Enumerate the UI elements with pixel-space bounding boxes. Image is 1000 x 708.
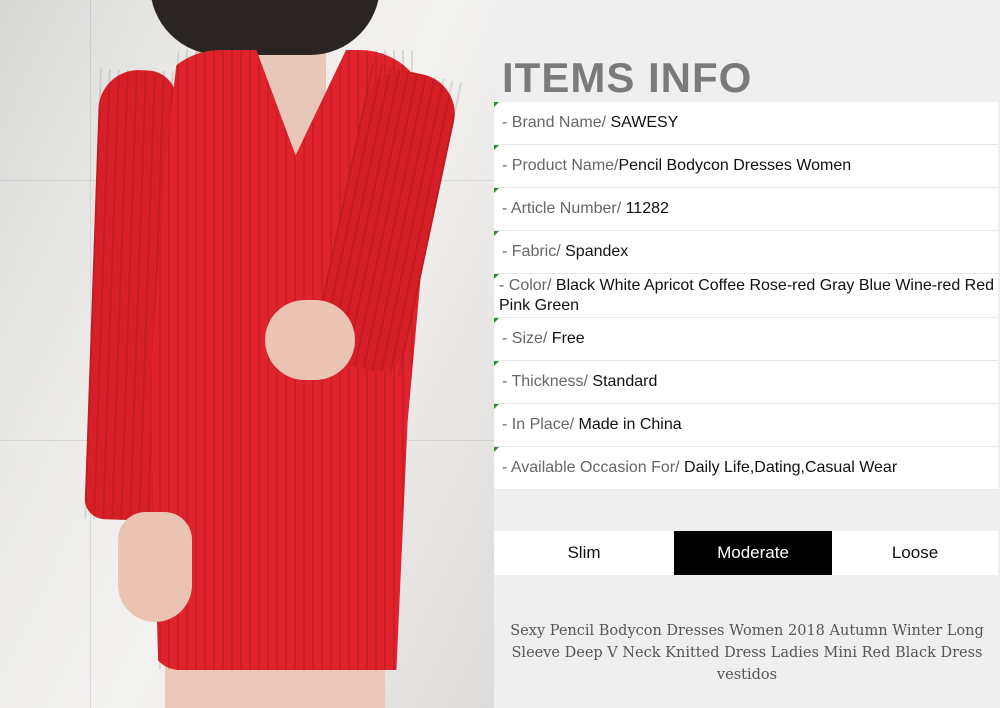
fit-selector: Slim Moderate Loose — [494, 531, 998, 575]
fit-option-moderate[interactable]: Moderate — [674, 531, 832, 575]
info-value: SAWESY — [610, 114, 679, 131]
info-value: Black White Apricot Coffee Rose-red Gray… — [499, 276, 995, 314]
green-corner-icon — [494, 274, 499, 279]
info-value: Spandex — [565, 243, 629, 260]
green-corner-icon — [494, 231, 499, 236]
green-corner-icon — [494, 404, 499, 409]
info-value: 11282 — [625, 200, 669, 217]
info-label: - Size/ — [502, 330, 552, 347]
info-row-fabric: - Fabric/ Spandex — [494, 231, 998, 274]
product-caption: Sexy Pencil Bodycon Dresses Women 2018 A… — [510, 623, 984, 683]
info-row-brand: - Brand Name/ SAWESY — [494, 102, 998, 145]
info-row-color: - Color/ Black White Apricot Coffee Rose… — [494, 274, 998, 318]
model-left-hand — [118, 512, 192, 622]
items-info-title: ITEMS INFO — [502, 54, 753, 101]
info-value: Standard — [592, 373, 658, 390]
info-label: - Brand Name/ — [502, 114, 611, 131]
info-row-in-place: - In Place/ Made in China — [494, 404, 998, 447]
info-label: - Color/ — [499, 276, 556, 294]
info-label: - Article Number/ — [502, 200, 626, 217]
info-label: - Product Name/ — [502, 157, 619, 174]
info-label: - In Place/ — [502, 416, 579, 433]
model-hair — [150, 0, 380, 55]
items-info-list: - Brand Name/ SAWESY - Product Name/Penc… — [494, 102, 998, 490]
green-corner-icon — [494, 318, 499, 323]
info-row-thickness: - Thickness/ Standard — [494, 361, 998, 404]
green-corner-icon — [494, 145, 499, 150]
green-corner-icon — [494, 361, 499, 366]
green-corner-icon — [494, 447, 499, 452]
info-row-article-number: - Article Number/ 11282 — [494, 188, 998, 231]
info-row-occasion: - Available Occasion For/ Daily Life,Dat… — [494, 447, 998, 490]
fit-option-loose[interactable]: Loose — [832, 531, 998, 575]
info-value: Pencil Bodycon Dresses Women — [618, 157, 852, 174]
product-photo — [0, 0, 494, 708]
info-label: - Fabric/ — [502, 243, 566, 260]
info-label: - Available Occasion For/ — [502, 459, 685, 476]
info-value: Daily Life,Dating,Casual Wear — [684, 459, 898, 476]
green-corner-icon — [494, 188, 499, 193]
info-value: Made in China — [578, 416, 682, 433]
info-label: - Thickness/ — [502, 373, 593, 390]
info-row-product-name: - Product Name/Pencil Bodycon Dresses Wo… — [494, 145, 998, 188]
info-value: Free — [551, 330, 585, 347]
info-row-size: - Size/ Free — [494, 318, 998, 361]
green-corner-icon — [494, 102, 499, 107]
fit-option-slim[interactable]: Slim — [494, 531, 674, 575]
model-right-hand — [265, 300, 355, 380]
